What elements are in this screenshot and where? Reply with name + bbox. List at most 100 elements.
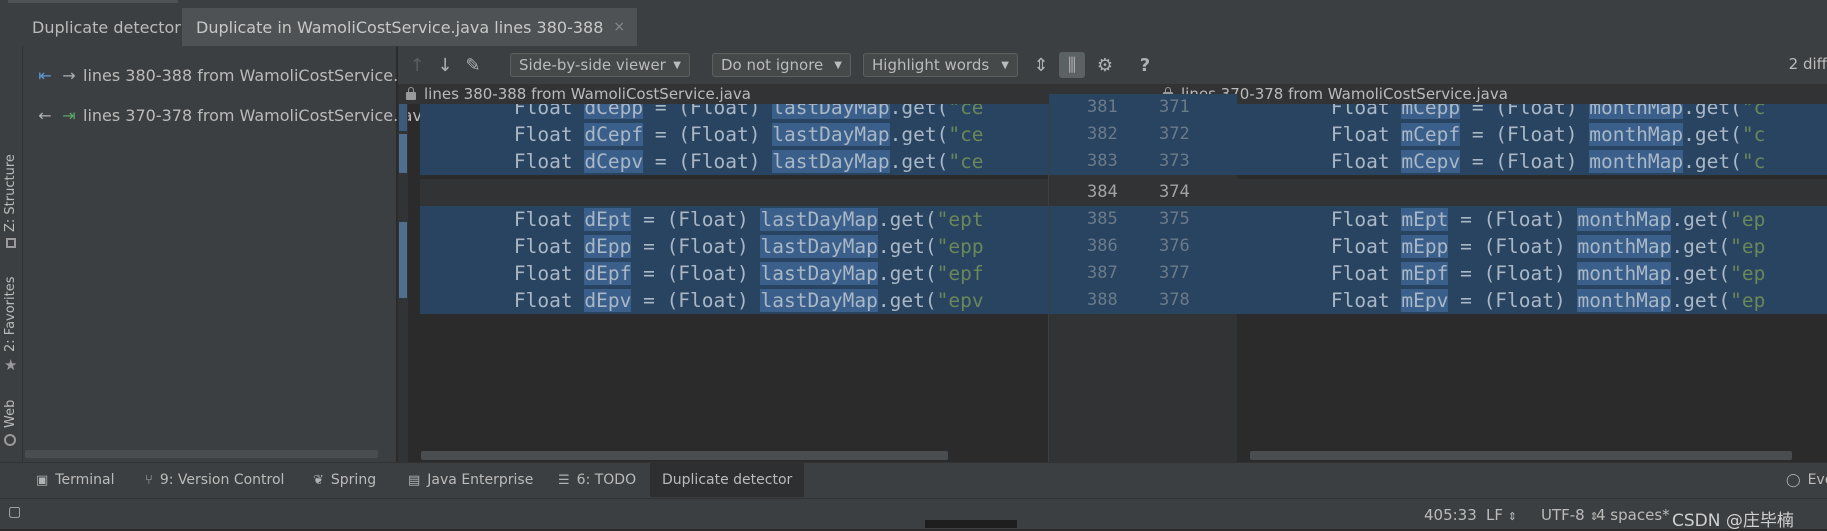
code-text: Float — [1237, 123, 1402, 146]
tab-terminal[interactable]: ▣ Terminal — [36, 463, 114, 497]
string-literal: "epv — [936, 289, 984, 312]
viewer-mode-select[interactable]: Side-by-side viewer ▼ — [510, 53, 690, 77]
tab-todo[interactable]: ☰ 6: TODO — [558, 463, 636, 497]
tab-label: 6: TODO — [576, 472, 637, 488]
indent-setting[interactable]: 4 spaces* — [1596, 506, 1670, 524]
right-line-number: 373 — [1159, 151, 1190, 171]
gear-icon[interactable]: ⚙ — [1092, 52, 1118, 78]
code-line[interactable]: Float mCepv = (Float) monthMap.get("c — [1237, 148, 1827, 175]
code-text: Float — [420, 262, 585, 285]
code-line[interactable]: Float mCepf = (Float) monthMap.get("c — [1237, 121, 1827, 148]
code-line[interactable]: Float mEpp = (Float) monthMap.get("ep — [1237, 233, 1827, 260]
right-line-number: 378 — [1159, 290, 1190, 310]
collapse-unchanged-icon[interactable]: ⇕ — [1028, 52, 1054, 78]
changed-map-name: monthMap — [1577, 208, 1672, 231]
structure-tool-button[interactable]: Z: Structure — [3, 154, 18, 232]
tree-item-left-fragment[interactable]: ⇤ → lines 380-388 from WamoliCostService… — [35, 62, 431, 88]
code-line[interactable]: Float mCepp = (Float) monthMap.get("c — [1237, 104, 1827, 121]
tab-label: Terminal — [55, 472, 115, 488]
code-line[interactable]: Float mEpt = (Float) monthMap.get("ep — [1237, 206, 1827, 233]
code-line[interactable] — [420, 179, 1048, 206]
encoding-value: UTF-8 — [1541, 506, 1585, 524]
web-tool-button[interactable]: Web — [3, 400, 18, 428]
tab-java-enterprise[interactable]: ▤ Java Enterprise — [408, 463, 533, 497]
tree-item-label: lines 370-378 from WamoliCostService.jav… — [83, 105, 432, 125]
gutter-row — [1049, 260, 1237, 287]
code-line[interactable]: Float dCepv = (Float) lastDayMap.get("ce — [420, 148, 1048, 175]
tab-duplicate-result[interactable]: Duplicate in WamoliCostService.java line… — [182, 8, 638, 46]
code-text: Float — [1237, 150, 1402, 173]
tab-spring[interactable]: ❦ Spring — [313, 463, 376, 497]
left-line-number: 386 — [1087, 236, 1118, 256]
tab-event-log[interactable]: ◯ Eve — [1786, 463, 1827, 497]
code-line[interactable]: Float dEpp = (Float) lastDayMap.get("epp — [420, 233, 1048, 260]
favorites-label: 2: Favorites — [3, 276, 18, 352]
expand-icon[interactable]: ⇤ — [35, 66, 55, 85]
code-line[interactable]: Float mEpf = (Float) monthMap.get("ep — [1237, 260, 1827, 287]
navigate-icon[interactable]: ⇥ — [59, 106, 79, 125]
tab-duplicate-detector[interactable]: Duplicate detector — [650, 463, 805, 497]
right-editor-scrollbar[interactable] — [1250, 451, 1792, 460]
web-icon — [4, 434, 16, 446]
right-editor[interactable]: Float mCepp = (Float) monthMap.get("c Fl… — [1237, 104, 1827, 462]
structure-label: Z: Structure — [3, 154, 18, 232]
code-text: .get( — [1683, 123, 1742, 146]
code-text: .get( — [1671, 208, 1731, 231]
tool-windows-icon[interactable]: ▢ — [8, 504, 21, 520]
tool-window-title: Duplicate detector: — [32, 18, 186, 37]
highlight-mode-select[interactable]: Highlight words ▼ — [863, 53, 1018, 77]
code-text: = (Float) — [1448, 289, 1578, 312]
code-line[interactable]: Float dEpt = (Float) lastDayMap.get("ept — [420, 206, 1048, 233]
watermark: CSDN @庄毕楠 — [1672, 511, 1794, 531]
changed-variable: mCepv — [1401, 150, 1461, 173]
code-text: Float — [1237, 104, 1402, 119]
version-control-icon: ⑂ — [145, 472, 153, 488]
string-literal: "ep — [1730, 208, 1766, 231]
code-line[interactable] — [1237, 179, 1827, 206]
tree-horizontal-scrollbar[interactable] — [25, 450, 378, 458]
next-difference-icon[interactable]: ↓ — [432, 52, 458, 78]
tab-label: 9: Version Control — [159, 472, 285, 488]
terminal-icon: ▣ — [36, 472, 49, 488]
changed-map-name: monthMap — [1589, 150, 1684, 173]
close-tab-icon[interactable]: × — [613, 19, 625, 35]
line-separator[interactable]: LF ⇕ — [1486, 506, 1517, 524]
right-line-number: 372 — [1159, 124, 1190, 144]
java-enterprise-icon: ▤ — [408, 472, 421, 488]
left-tool-stripe: Z: Structure 2: Favorites ★ Web — [0, 46, 23, 462]
left-editor-scrollbar[interactable] — [421, 451, 948, 460]
changed-map-name: monthMap — [1589, 104, 1684, 119]
change-marker[interactable] — [399, 104, 407, 131]
caret-position[interactable]: 405:33 — [1424, 506, 1477, 524]
code-line[interactable]: Float mEpv = (Float) monthMap.get("ep — [1237, 287, 1827, 314]
favorites-tool-button[interactable]: 2: Favorites — [3, 276, 18, 352]
diff-toolbar: ↑ ↓ ✎ Side-by-side viewer ▼ Do not ignore… — [398, 46, 1827, 84]
code-text: .get( — [877, 289, 937, 312]
file-encoding[interactable]: UTF-8 ⇕ — [1541, 506, 1599, 524]
code-text: Float — [1237, 208, 1402, 231]
code-line[interactable]: Float dEpv = (Float) lastDayMap.get("epv — [420, 287, 1048, 314]
change-marker[interactable] — [399, 134, 407, 173]
left-editor[interactable]: Float dCepp = (Float) lastDayMap.get("ce… — [420, 104, 1048, 462]
duplicate-tree-panel: ⇤ → lines 380-388 from WamoliCostService… — [23, 46, 432, 462]
tab-version-control[interactable]: ⑂ 9: Version Control — [145, 463, 284, 497]
edit-source-icon[interactable]: ✎ — [460, 52, 486, 78]
change-marker[interactable] — [399, 222, 407, 298]
gutter-row — [1049, 148, 1237, 175]
chevron-down-icon: ▼ — [673, 59, 681, 71]
star-icon: ★ — [4, 356, 18, 374]
synchronize-scrolling-icon[interactable]: ⫼ — [1059, 52, 1085, 78]
tool-window-header: Duplicate detector: Duplicate in WamoliC… — [0, 8, 1827, 47]
changed-map-name: lastDayMap — [760, 289, 878, 312]
help-icon[interactable]: ? — [1132, 52, 1158, 78]
code-line[interactable]: Float dEpf = (Float) lastDayMap.get("epf — [420, 260, 1048, 287]
previous-difference-icon[interactable]: ↑ — [404, 52, 430, 78]
tree-item-right-fragment[interactable]: ← ⇥ lines 370-378 from WamoliCostService… — [35, 102, 432, 128]
gutter-row — [1049, 94, 1237, 121]
code-line[interactable]: Float dCepp = (Float) lastDayMap.get("ce — [420, 104, 1048, 121]
ignore-mode-select[interactable]: Do not ignore ▼ — [712, 53, 851, 77]
changed-variable: mEpp — [1401, 235, 1449, 258]
changed-variable: mCepf — [1401, 123, 1461, 146]
code-line[interactable]: Float dCepf = (Float) lastDayMap.get("ce — [420, 121, 1048, 148]
changed-map-name: lastDayMap — [772, 104, 890, 119]
